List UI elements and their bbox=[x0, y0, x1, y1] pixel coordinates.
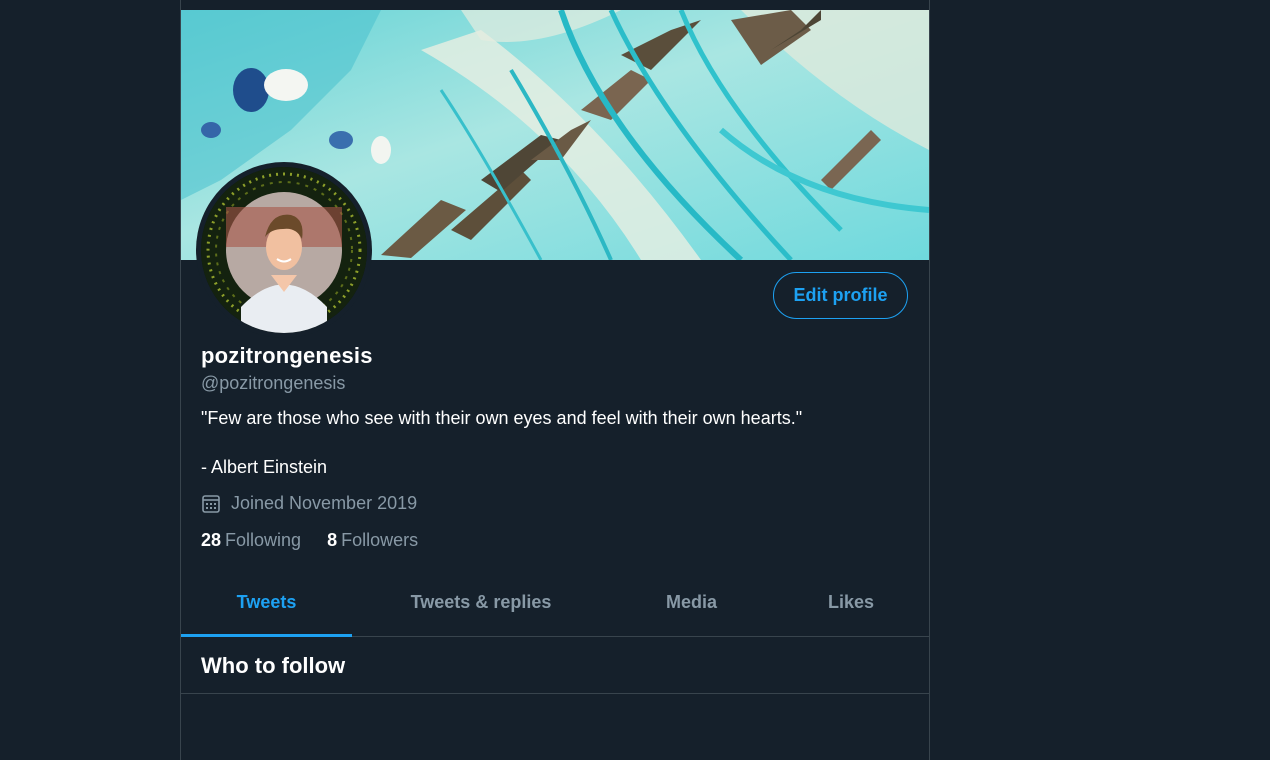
profile-bio-attribution: - Albert Einstein bbox=[201, 457, 328, 477]
edit-profile-button[interactable]: Edit profile bbox=[773, 272, 908, 319]
joined-date: Joined November 2019 bbox=[201, 493, 417, 514]
follow-stats: 28 Following 8 Followers bbox=[201, 530, 444, 551]
profile-bio-quote: "Few are those who see with their own ey… bbox=[201, 408, 803, 428]
followers-link[interactable]: 8 Followers bbox=[327, 530, 418, 551]
profile-handle: @pozitrongenesis bbox=[201, 373, 346, 393]
tab-tweets[interactable]: Tweets bbox=[181, 568, 352, 637]
avatar-ring bbox=[196, 162, 372, 338]
avatar[interactable] bbox=[201, 167, 367, 333]
following-count: 28 bbox=[201, 530, 222, 550]
tab-likes[interactable]: Likes bbox=[773, 568, 929, 636]
profile-column: Edit profile pozitrongenesis @pozitronge… bbox=[180, 0, 930, 760]
following-label: Following bbox=[225, 530, 302, 550]
tab-media[interactable]: Media bbox=[610, 568, 773, 636]
profile-tabs: Tweets Tweets & replies Media Likes bbox=[181, 568, 929, 637]
tab-tweets-and-replies[interactable]: Tweets & replies bbox=[352, 568, 610, 636]
joined-label: Joined November 2019 bbox=[231, 493, 418, 513]
followers-count: 8 bbox=[327, 530, 338, 550]
following-link[interactable]: 28 Following bbox=[201, 530, 301, 551]
avatar-portrait bbox=[201, 167, 367, 333]
calendar-icon bbox=[201, 494, 221, 514]
who-to-follow-section: Who to follow bbox=[181, 637, 929, 694]
profile-display-name: pozitrongenesis bbox=[201, 343, 373, 368]
who-to-follow-heading: Who to follow bbox=[201, 653, 346, 678]
followers-label: Followers bbox=[341, 530, 419, 550]
